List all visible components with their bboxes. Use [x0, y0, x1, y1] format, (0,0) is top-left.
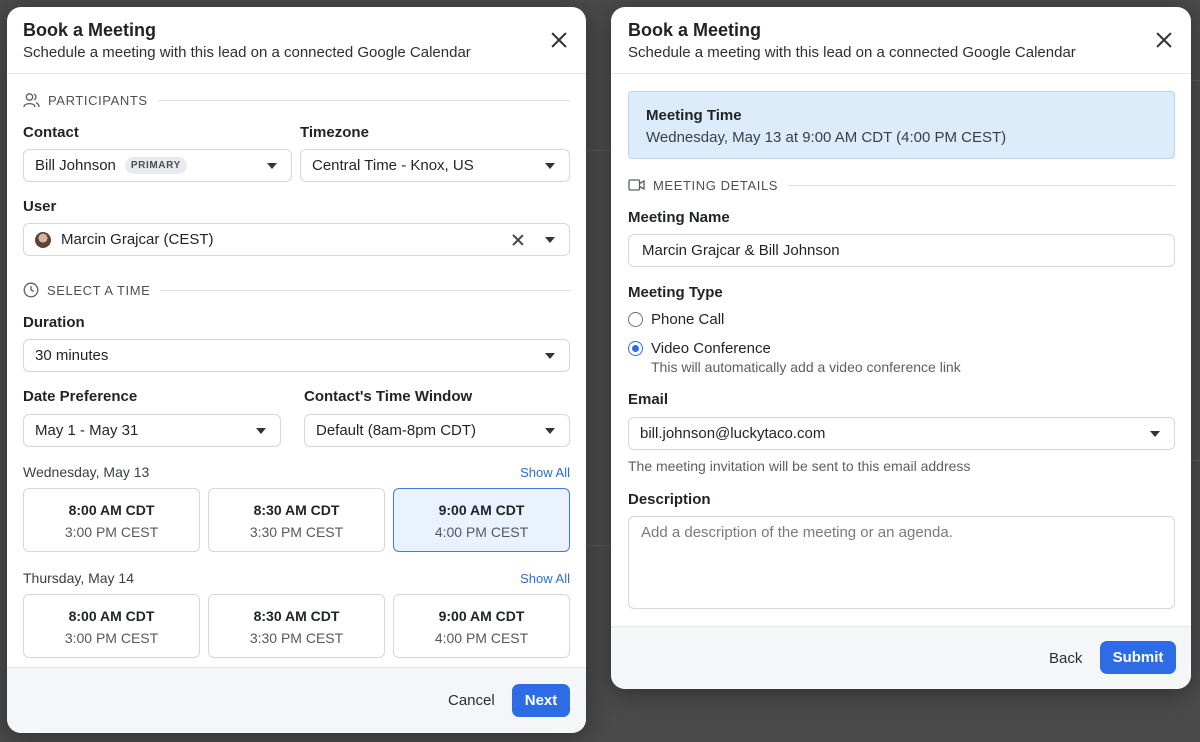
book-meeting-modal-step1: Book a Meeting Schedule a meeting with t… [7, 7, 586, 733]
slot-secondary-time: 4:00 PM CEST [434, 524, 529, 540]
avatar [35, 231, 51, 248]
contact-label: Contact [23, 124, 79, 141]
modal-footer: Cancel Next [7, 667, 586, 733]
duration-label: Duration [23, 314, 85, 331]
submit-button[interactable]: Submit [1100, 641, 1176, 674]
timezone-value: Central Time - Knox, US [312, 157, 474, 174]
video-conference-label: Video Conference [651, 340, 771, 357]
meeting-time-title: Meeting Time [646, 107, 742, 124]
show-all-link[interactable]: Show All [520, 465, 570, 480]
modal-title: Book a Meeting [23, 20, 157, 40]
modal-title: Book a Meeting [628, 20, 762, 40]
chevron-down-icon [1150, 431, 1160, 437]
slot-secondary-time: 3:30 PM CEST [249, 524, 344, 540]
user-select[interactable]: Marcin Grajcar (CEST) [23, 223, 570, 256]
show-all-link[interactable]: Show All [520, 571, 570, 586]
day-label: Wednesday, May 13 [23, 464, 150, 480]
meeting-name-label: Meeting Name [628, 209, 730, 226]
meeting-name-value: Marcin Grajcar & Bill Johnson [642, 242, 840, 259]
time-slot[interactable]: 8:00 AM CDT 3:00 PM CEST [23, 488, 200, 552]
time-slot[interactable]: 8:30 AM CDT 3:30 PM CEST [208, 594, 385, 658]
contact-select[interactable]: Bill Johnson PRIMARY [23, 149, 292, 182]
duration-select[interactable]: 30 minutes [23, 339, 570, 372]
time-slot[interactable]: 8:00 AM CDT 3:00 PM CEST [23, 594, 200, 658]
meeting-time-summary: Meeting Time Wednesday, May 13 at 9:00 A… [628, 91, 1175, 159]
slot-primary-time: 8:00 AM CDT [68, 608, 155, 624]
email-hint: The meeting invitation will be sent to t… [628, 458, 971, 474]
chevron-down-icon [256, 428, 266, 434]
timezone-select[interactable]: Central Time - Knox, US [300, 149, 570, 182]
slot-secondary-time: 3:00 PM CEST [64, 524, 159, 540]
chevron-down-icon [545, 353, 555, 359]
duration-value: 30 minutes [35, 347, 109, 364]
chevron-down-icon [267, 163, 277, 169]
time-window-label: Contact's Time Window [304, 388, 473, 405]
slot-primary-time: 8:30 AM CDT [253, 502, 340, 518]
description-textarea[interactable]: Add a description of the meeting or an a… [628, 516, 1175, 609]
slot-primary-time: 9:00 AM CDT [438, 502, 525, 518]
contact-value: Bill Johnson [35, 157, 116, 174]
radio-button[interactable] [628, 312, 643, 327]
users-icon [23, 93, 40, 108]
user-value: Marcin Grajcar (CEST) [61, 231, 214, 248]
select-time-heading: SELECT A TIME [47, 282, 151, 298]
divider [788, 184, 1175, 186]
divider [157, 99, 570, 101]
time-slot[interactable]: 8:30 AM CDT 3:30 PM CEST [208, 488, 385, 552]
chevron-down-icon [545, 163, 555, 169]
email-label: Email [628, 391, 669, 408]
time-slot[interactable]: 9:00 AM CDT 4:00 PM CEST [393, 594, 570, 658]
next-button[interactable]: Next [512, 684, 570, 717]
radio-button-selected[interactable] [628, 341, 643, 356]
email-value: bill.johnson@luckytaco.com [640, 425, 826, 442]
day-label: Thursday, May 14 [23, 570, 135, 586]
time-window-value: Default (8am-8pm CDT) [316, 422, 477, 439]
slot-secondary-time: 3:00 PM CEST [64, 630, 159, 646]
chevron-down-icon [545, 237, 555, 243]
description-label: Description [628, 491, 711, 508]
modal-subtitle: Schedule a meeting with this lead on a c… [23, 44, 471, 61]
video-conference-hint: This will automatically add a video conf… [651, 359, 961, 375]
clock-icon [23, 282, 39, 298]
date-preference-label: Date Preference [23, 388, 138, 405]
cancel-button[interactable]: Cancel [448, 692, 495, 709]
phone-call-option[interactable]: Phone Call [628, 311, 724, 328]
video-conference-option[interactable]: Video Conference [628, 340, 771, 357]
modal-header: Book a Meeting Schedule a meeting with t… [7, 7, 586, 74]
back-button[interactable]: Back [1049, 650, 1082, 667]
slot-primary-time: 8:30 AM CDT [253, 608, 340, 624]
participants-heading: PARTICIPANTS [48, 92, 148, 108]
email-select[interactable]: bill.johnson@luckytaco.com [628, 417, 1175, 450]
slot-secondary-time: 3:30 PM CEST [249, 630, 344, 646]
slot-primary-time: 9:00 AM CDT [438, 608, 525, 624]
modal-subtitle: Schedule a meeting with this lead on a c… [628, 44, 1076, 61]
meeting-details-heading: MEETING DETAILS [653, 177, 779, 193]
divider [160, 289, 570, 291]
modal-footer: Back Submit [611, 626, 1191, 689]
phone-call-label: Phone Call [651, 311, 725, 328]
slot-secondary-time: 4:00 PM CEST [434, 630, 529, 646]
time-slot-selected[interactable]: 9:00 AM CDT 4:00 PM CEST [393, 488, 570, 552]
chevron-down-icon [545, 428, 555, 434]
modal-header: Book a Meeting Schedule a meeting with t… [611, 7, 1191, 74]
date-preference-select[interactable]: May 1 - May 31 [23, 414, 281, 447]
user-label: User [23, 198, 57, 215]
close-icon[interactable] [1153, 29, 1175, 51]
slot-primary-time: 8:00 AM CDT [68, 502, 155, 518]
meeting-time-value: Wednesday, May 13 at 9:00 AM CDT (4:00 P… [646, 129, 1007, 146]
timezone-label: Timezone [300, 124, 369, 141]
meeting-details-section-header: MEETING DETAILS [628, 176, 1175, 194]
video-camera-icon [628, 179, 645, 191]
primary-badge: PRIMARY [124, 157, 187, 174]
description-placeholder: Add a description of the meeting or an a… [641, 524, 953, 541]
meeting-type-label: Meeting Type [628, 284, 723, 301]
date-preference-value: May 1 - May 31 [35, 422, 139, 439]
select-time-section-header: SELECT A TIME [23, 281, 570, 299]
book-meeting-modal-step2: Book a Meeting Schedule a meeting with t… [611, 7, 1191, 689]
close-icon[interactable] [548, 29, 570, 51]
clear-icon[interactable] [511, 233, 525, 247]
meeting-name-input[interactable]: Marcin Grajcar & Bill Johnson [628, 234, 1175, 267]
participants-section-header: PARTICIPANTS [23, 91, 570, 109]
time-window-select[interactable]: Default (8am-8pm CDT) [304, 414, 570, 447]
